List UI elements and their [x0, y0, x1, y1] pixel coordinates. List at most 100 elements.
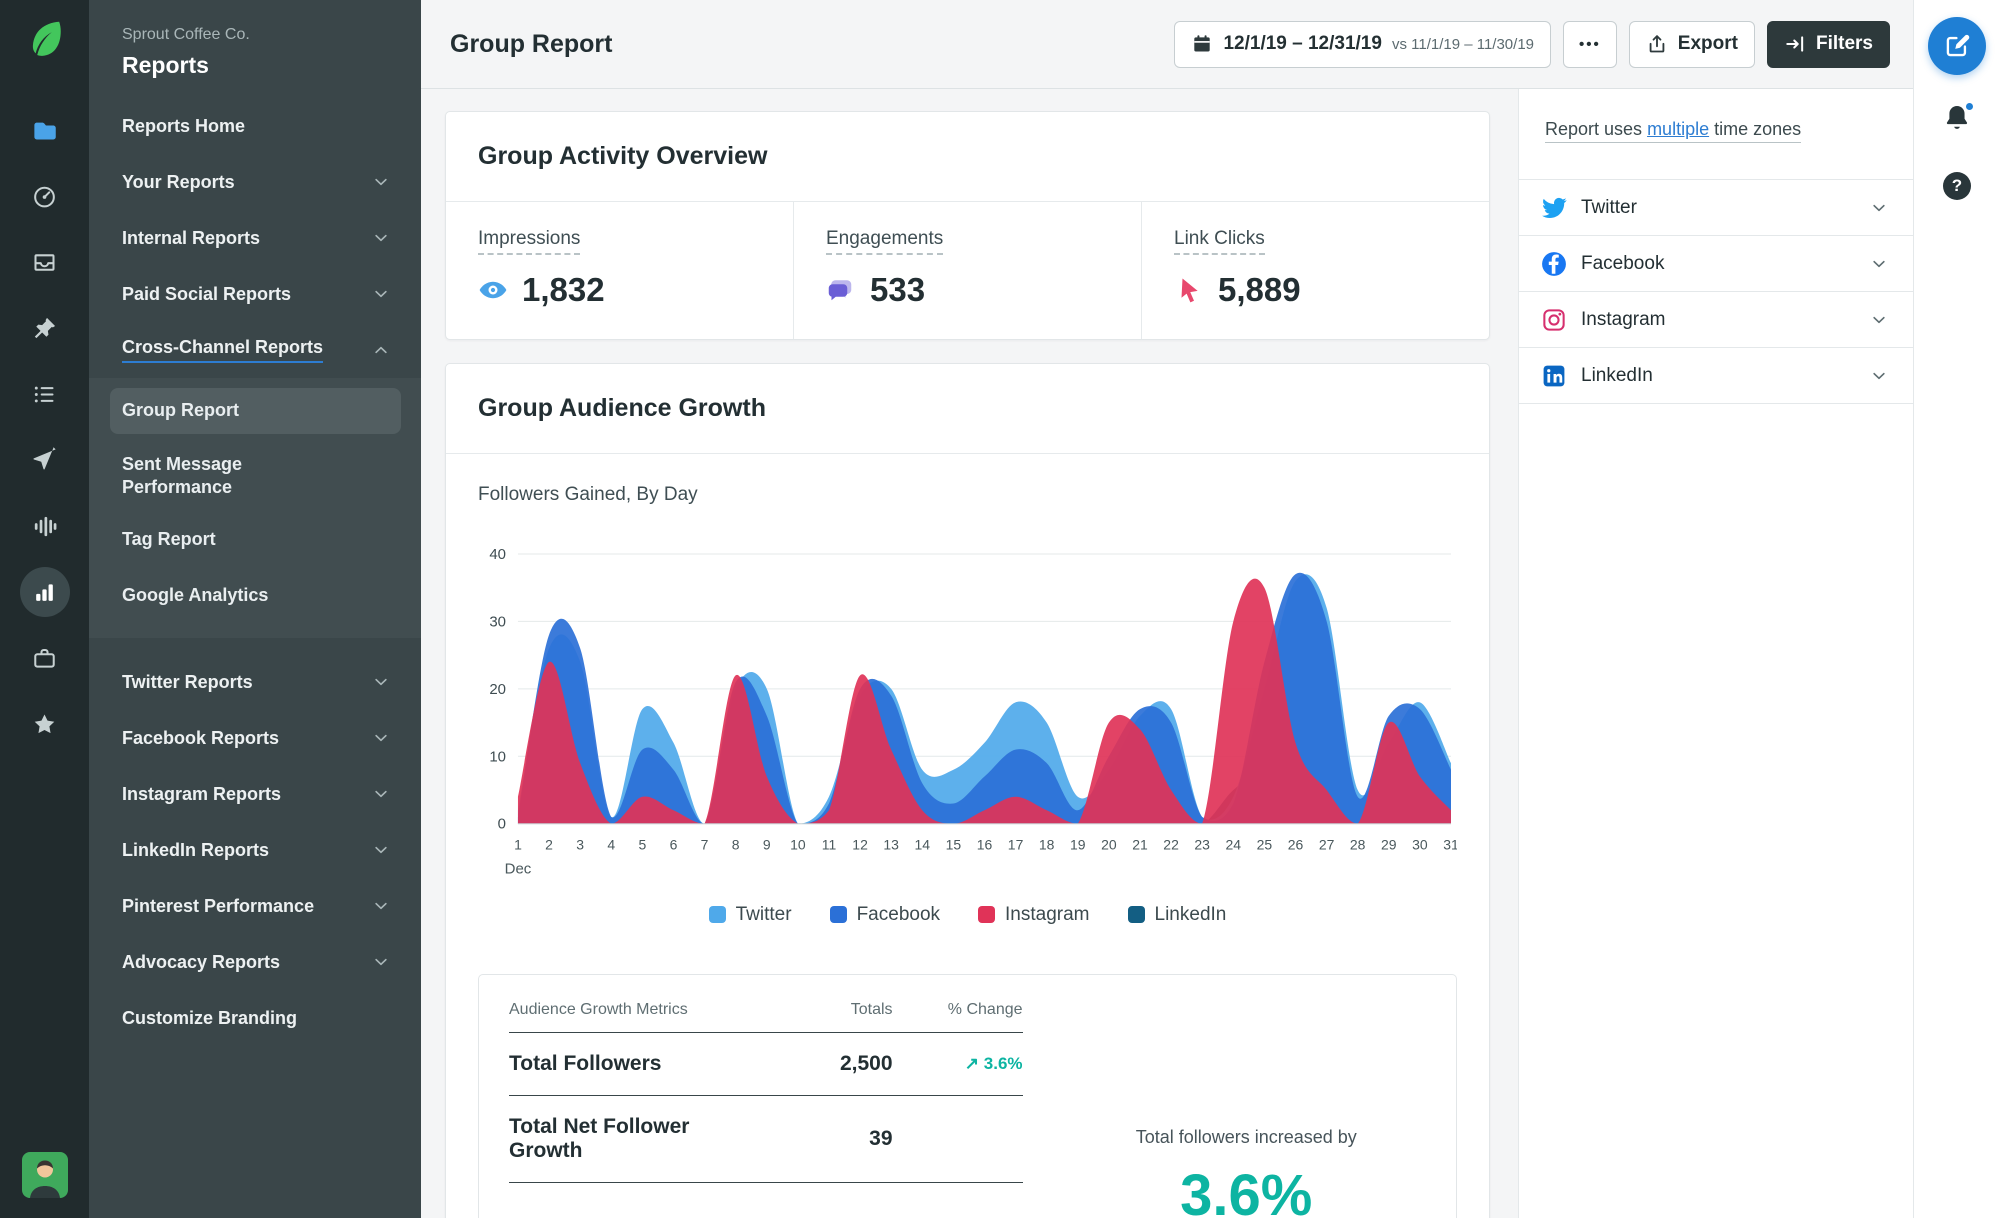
sprout-logo-icon[interactable]	[24, 16, 66, 58]
inbox-icon[interactable]	[20, 237, 70, 287]
svg-text:23: 23	[1194, 837, 1210, 853]
sidebar-item-your-reports[interactable]: Your Reports	[89, 154, 421, 210]
rail-icon-list	[19, 105, 70, 749]
metric-engagements: Engagements 533	[793, 202, 1141, 339]
export-button[interactable]: Export	[1628, 20, 1755, 68]
sidebar-nav: Reports Home Your Reports Internal Repor…	[89, 98, 421, 1046]
sidebar-lower-nav: Twitter Reports Facebook Reports Instagr…	[89, 654, 421, 1046]
cursor-click-icon	[1174, 275, 1204, 305]
network-row-linkedin[interactable]: LinkedIn	[1519, 348, 1913, 404]
legend-swatch	[978, 906, 996, 924]
metric-label[interactable]: Impressions	[478, 228, 581, 255]
activity-metrics-row: Impressions 1,832 Engagements 533 Link C…	[446, 202, 1489, 339]
legend-item-facebook[interactable]: Facebook	[829, 903, 941, 926]
chevron-down-icon	[371, 840, 391, 860]
card-title-row: Group Activity Overview	[446, 112, 1489, 202]
sidebar-item-label: Tag Report	[122, 529, 216, 550]
folder-icon[interactable]	[20, 105, 70, 155]
filters-button[interactable]: Filters	[1766, 20, 1890, 68]
user-avatar[interactable]	[21, 1152, 68, 1198]
sidebar-item-instagram-reports[interactable]: Instagram Reports	[89, 766, 421, 822]
more-options-button[interactable]: •••	[1563, 20, 1617, 68]
export-icon	[1646, 33, 1668, 55]
sidebar-item-twitter-reports[interactable]: Twitter Reports	[89, 654, 421, 710]
sidebar-item-label: Sent Message Performance	[122, 453, 243, 497]
linkedin-icon	[1541, 363, 1567, 389]
svg-text:18: 18	[1039, 837, 1055, 853]
metric-value: 533	[870, 271, 926, 308]
pin-icon[interactable]	[20, 303, 70, 353]
sidebar-item-label: Reports Home	[122, 115, 246, 136]
queue-list-icon[interactable]	[20, 369, 70, 419]
sidebar-item-label: Paid Social Reports	[122, 283, 292, 304]
sidebar-item-cross-channel-reports[interactable]: Cross-Channel Reports	[89, 322, 421, 378]
sidebar-item-label: Twitter Reports	[122, 671, 253, 692]
svg-text:2: 2	[545, 837, 553, 853]
multiple-timezones-link[interactable]: multiple	[1647, 119, 1709, 139]
svg-text:15: 15	[946, 837, 962, 853]
sidebar-item-label: Instagram Reports	[122, 783, 282, 804]
paper-plane-icon[interactable]	[20, 435, 70, 485]
legend-label: Twitter	[735, 903, 792, 925]
sidebar-item-advocacy-reports[interactable]: Advocacy Reports	[89, 934, 421, 990]
trend-up-arrow-icon: ↗	[964, 1053, 980, 1073]
sidebar-item-reports-home[interactable]: Reports Home	[89, 98, 421, 154]
chevron-down-icon	[1869, 254, 1889, 274]
legend-item-linkedin[interactable]: LinkedIn	[1127, 904, 1226, 926]
sidebar-item-pinterest-performance[interactable]: Pinterest Performance	[89, 878, 421, 934]
sidebar-item-sent-message-performance[interactable]: Sent Message Performance	[89, 440, 421, 512]
network-row-facebook[interactable]: Facebook	[1519, 236, 1913, 292]
sidebar-item-linkedin-reports[interactable]: LinkedIn Reports	[89, 822, 421, 878]
metric-impressions: Impressions 1,832	[446, 202, 793, 339]
briefcase-icon[interactable]	[20, 633, 70, 683]
network-label: LinkedIn	[1581, 364, 1653, 386]
chart-subtitle: Followers Gained, By Day	[478, 484, 698, 505]
compose-button[interactable]	[1928, 17, 1986, 75]
dashboard-gauge-icon[interactable]	[20, 171, 70, 221]
sidebar-item-google-analytics[interactable]: Google Analytics	[89, 568, 421, 624]
metric-label[interactable]: Link Clicks	[1174, 228, 1265, 255]
growth-summary: Total followers increased by 3.6%	[1067, 1001, 1426, 1218]
help-button[interactable]: ?	[1943, 172, 1971, 200]
svg-text:12: 12	[852, 837, 868, 853]
facebook-icon	[1541, 251, 1567, 277]
page-title: Group Report	[450, 29, 613, 58]
sidebar-item-facebook-reports[interactable]: Facebook Reports	[89, 710, 421, 766]
network-row-twitter[interactable]: Twitter	[1519, 180, 1913, 236]
network-row-instagram[interactable]: Instagram	[1519, 292, 1913, 348]
reports-bar-chart-icon[interactable]	[19, 567, 70, 617]
sidebar-item-tag-report[interactable]: Tag Report	[89, 512, 421, 568]
change-value: 3.6%	[983, 1053, 1023, 1073]
star-icon[interactable]	[20, 699, 70, 749]
svg-text:28: 28	[1350, 837, 1366, 853]
legend-item-instagram[interactable]: Instagram	[978, 904, 1090, 926]
legend-item-twitter[interactable]: Twitter	[708, 903, 792, 926]
chevron-down-icon	[371, 284, 391, 304]
date-range-button[interactable]: 12/1/19 – 12/31/19 vs 11/1/19 – 11/30/19	[1174, 20, 1552, 68]
sidebar-item-paid-social-reports[interactable]: Paid Social Reports	[89, 266, 421, 322]
notifications-button[interactable]	[1941, 101, 1975, 134]
group-audience-growth-card: Group Audience Growth Followers Gained, …	[445, 363, 1490, 1218]
chart-block: Followers Gained, By Day 0 10 20 30 40 1 2 3 4 5 6…	[446, 454, 1489, 926]
network-label: Instagram	[1581, 308, 1666, 330]
sidebar-item-group-report[interactable]: Group Report	[110, 388, 401, 434]
svg-text:1: 1	[514, 837, 522, 853]
network-label: Twitter	[1581, 196, 1637, 218]
metric-link-clicks: Link Clicks 5,889	[1141, 202, 1489, 339]
listening-bars-icon[interactable]	[20, 501, 70, 551]
sidebar-item-customize-branding[interactable]: Customize Branding	[89, 990, 421, 1046]
svg-text:9: 9	[763, 837, 771, 853]
legend-label: Facebook	[856, 903, 941, 925]
date-range-value: 12/1/19 – 12/31/19	[1223, 33, 1382, 54]
metric-label[interactable]: Engagements	[826, 228, 944, 255]
legend-swatch	[829, 906, 847, 924]
network-filter-sidebar: Report uses multiple time zones Twitter	[1518, 89, 1913, 1218]
svg-text:4: 4	[607, 837, 615, 853]
sidebar-item-internal-reports[interactable]: Internal Reports	[89, 210, 421, 266]
svg-text:17: 17	[1008, 837, 1024, 853]
app-rail	[0, 0, 89, 1218]
chevron-down-icon	[371, 672, 391, 692]
sidebar-item-label: Group Report	[122, 400, 239, 421]
export-label: Export	[1677, 33, 1738, 54]
svg-text:6: 6	[670, 837, 678, 853]
